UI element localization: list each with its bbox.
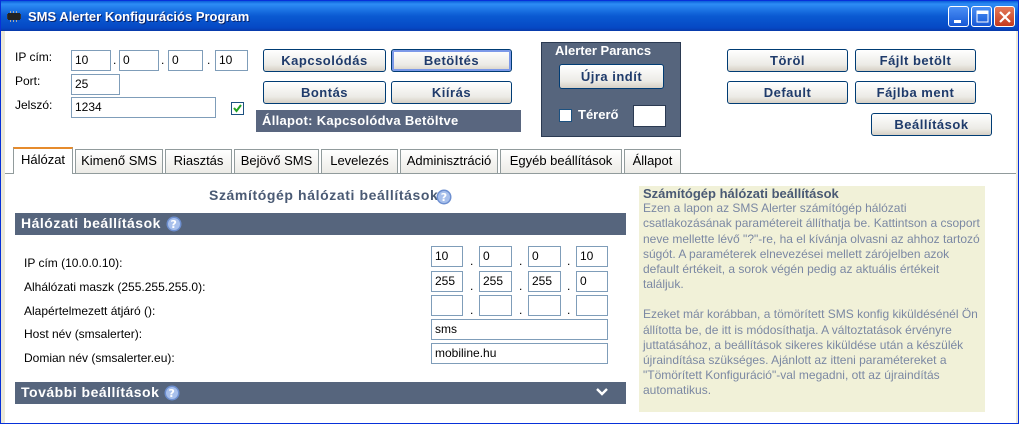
svg-text:?: ? [171, 218, 178, 231]
tab-status[interactable]: Állapot [624, 149, 681, 173]
mask-octet-4[interactable]: 0 [576, 271, 608, 292]
ip-octet-1[interactable]: 10 [71, 50, 111, 71]
load-file-button[interactable]: Fájlt betölt [855, 49, 976, 72]
ip-dot: . [567, 303, 571, 317]
minimize-icon [954, 20, 961, 23]
help-icon[interactable]: ? [164, 385, 180, 401]
tab-alarm[interactable]: Riasztás [165, 149, 232, 173]
ip-dot: . [567, 279, 571, 293]
ip-setting-label: IP cím (10.0.0.10): [24, 256, 123, 270]
port-field[interactable]: 25 [71, 74, 120, 95]
main-window: SMS Alerter Konfigurációs Program IP cím… [0, 0, 1019, 424]
help-paragraph-1: Ezen a lapon az SMS Alerter számítógép h… [643, 201, 980, 292]
signal-checkbox[interactable] [559, 109, 572, 122]
checkmark-icon [233, 104, 242, 113]
maximize-icon [976, 10, 989, 23]
ip-dot: . [470, 279, 474, 293]
mask-setting-label: Alhálózati maszk (255.255.255.0): [24, 280, 206, 294]
signal-value-box [633, 105, 666, 127]
ip-dot: . [161, 53, 165, 67]
tab-administration[interactable]: Adminisztráció [400, 149, 498, 173]
restart-button[interactable]: Újra indít [559, 64, 664, 89]
help-panel: Számítógép hálózati beállítások Ezen a l… [639, 186, 985, 412]
help-panel-title: Számítógép hálózati beállítások [643, 186, 839, 201]
alerter-command-group: Alerter Parancs Újra indít Térerő [541, 42, 681, 137]
ip-dot: . [567, 254, 571, 268]
ip-dot: . [113, 53, 117, 67]
net-ip-octet-4[interactable]: 10 [576, 246, 608, 267]
settings-button[interactable]: Beállítások [871, 113, 992, 136]
default-button[interactable]: Default [727, 81, 848, 104]
port-label: Port: [15, 74, 41, 88]
net-ip-octet-1[interactable]: 10 [431, 246, 463, 267]
help-paragraph-2: Ezeket már korábban, a tömörített SMS ko… [643, 307, 978, 398]
write-button[interactable]: Kiírás [391, 81, 512, 104]
close-icon [999, 11, 1011, 23]
gateway-octet-2[interactable] [479, 295, 512, 316]
tab-other-settings[interactable]: Egyéb beállítások [500, 149, 622, 173]
mask-octet-3[interactable]: 255 [528, 271, 561, 292]
minimize-button[interactable] [948, 6, 969, 27]
delete-button[interactable]: Töröl [727, 49, 848, 72]
help-icon[interactable]: ? [436, 189, 452, 205]
title-bar[interactable]: SMS Alerter Konfigurációs Program [1, 1, 1018, 31]
ip-dot: . [207, 53, 211, 67]
ip-dot: . [470, 303, 474, 317]
gateway-setting-label: Alapértelmezett átjáró (): [24, 304, 156, 318]
load-button[interactable]: Betöltés [391, 49, 512, 72]
domain-setting-label: Domian név (smsalerter.eu): [24, 351, 175, 365]
more-settings-group-header[interactable]: További beállítások ? [15, 382, 626, 404]
disconnect-button[interactable]: Bontás [263, 81, 386, 104]
domain-field[interactable]: mobiline.hu [431, 343, 608, 364]
mask-octet-1[interactable]: 255 [431, 271, 463, 292]
app-icon [7, 11, 21, 22]
password-label: Jelszó: [15, 98, 53, 112]
network-group-title: Hálózati beállítások [21, 215, 161, 231]
chevron-down-icon[interactable] [595, 386, 609, 398]
gateway-octet-1[interactable] [431, 295, 463, 316]
page-title: Számítógép hálózati beállítások [209, 187, 439, 203]
tab-network[interactable]: Hálózat [13, 147, 73, 174]
ip-dot: . [519, 279, 523, 293]
connect-button[interactable]: Kapcsolódás [263, 49, 386, 72]
maximize-button[interactable] [971, 6, 992, 27]
ip-dot: . [519, 303, 523, 317]
ip-dot: . [519, 254, 523, 268]
password-field[interactable]: 1234 [71, 97, 216, 118]
alerter-group-title: Alerter Parancs [552, 43, 655, 58]
close-button[interactable] [994, 6, 1015, 27]
mask-octet-2[interactable]: 255 [479, 271, 512, 292]
window-title: SMS Alerter Konfigurációs Program [28, 9, 250, 24]
gateway-octet-3[interactable] [528, 295, 561, 316]
status-bar: Állapot: Kapcsolódva Betöltve [256, 110, 521, 132]
ip-dot: . [470, 254, 474, 268]
tab-bar: Hálózat Kimenő SMS Riasztás Bejövő SMS L… [5, 146, 1016, 174]
net-ip-octet-2[interactable]: 0 [479, 246, 512, 267]
tab-mailing[interactable]: Levelezés [321, 149, 398, 173]
network-group-header[interactable]: Hálózati beállítások ? [15, 213, 626, 235]
signal-label: Térerő [578, 107, 619, 122]
tab-incoming-sms[interactable]: Bejövő SMS [234, 149, 319, 173]
tab-outgoing-sms[interactable]: Kimenő SMS [75, 149, 163, 173]
svg-text:?: ? [441, 191, 447, 204]
ip-label: IP cím: [15, 50, 53, 64]
net-ip-octet-3[interactable]: 0 [528, 246, 561, 267]
ip-octet-2[interactable]: 0 [119, 50, 159, 71]
show-password-checkbox[interactable] [231, 102, 244, 115]
ip-octet-3[interactable]: 0 [168, 50, 203, 71]
svg-text:?: ? [169, 387, 176, 400]
host-field[interactable]: sms [431, 319, 608, 340]
gateway-octet-4[interactable] [576, 295, 608, 316]
save-file-button[interactable]: Fájlba ment [855, 81, 976, 104]
content-area: IP cím: 10 . 0 . 0 . 10 Port: 25 Jelszó:… [5, 31, 1016, 423]
host-setting-label: Host név (smsalerter): [24, 327, 143, 341]
ip-octet-4[interactable]: 10 [215, 50, 248, 71]
help-icon[interactable]: ? [166, 216, 182, 232]
more-settings-group-title: További beállítások [21, 384, 160, 400]
